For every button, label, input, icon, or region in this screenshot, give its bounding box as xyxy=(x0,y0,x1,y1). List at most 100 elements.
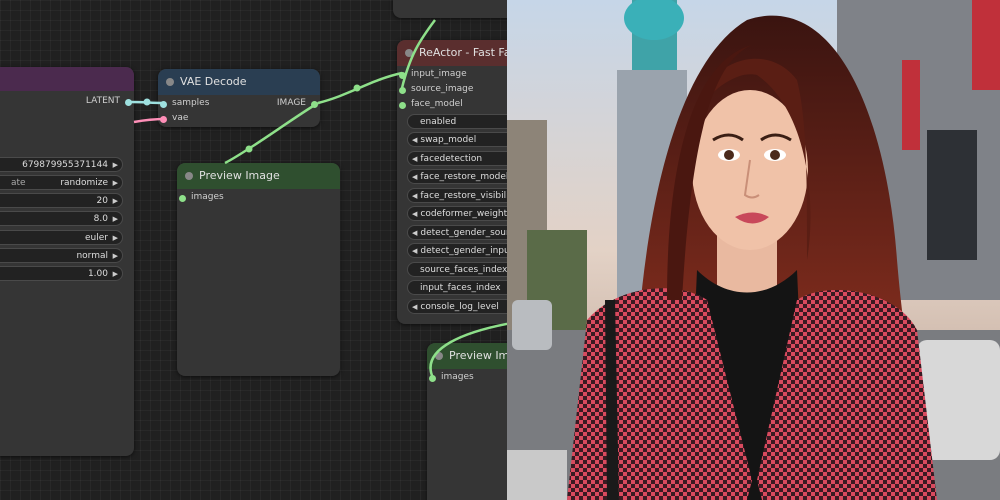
cfg-value: 8.0 xyxy=(93,214,108,224)
facedetection-label: facedetection xyxy=(420,154,483,164)
source-faces-index-label: source_faces_index xyxy=(420,265,507,275)
detect-gender-input-label: detect_gender_inpu xyxy=(420,246,507,256)
arrow-right-icon[interactable]: ▶ xyxy=(113,158,118,171)
preview-image-2-title: Preview Ima xyxy=(449,349,507,362)
arrow-left-icon[interactable]: ◀ xyxy=(412,247,417,255)
enabled-label: enabled xyxy=(420,117,457,127)
console-log-level-widget[interactable]: ◀ console_log_level xyxy=(407,299,507,314)
arrow-right-icon[interactable]: ▶ xyxy=(113,194,118,207)
latent-output-label: LATENT xyxy=(85,96,120,106)
vae-input[interactable]: vae xyxy=(158,113,188,123)
input-image-pin[interactable] xyxy=(399,72,406,79)
enabled-toggle[interactable]: enabled xyxy=(407,114,507,129)
arrow-left-icon[interactable]: ◀ xyxy=(412,136,417,144)
images-input-2[interactable]: images xyxy=(427,372,474,382)
swap-model-label: swap_model xyxy=(420,135,477,145)
swap-model-widget[interactable]: ◀ swap_model xyxy=(407,132,507,147)
node-collapse-dot-icon[interactable] xyxy=(405,49,413,57)
control-after-generate-label: ate xyxy=(11,178,26,188)
preview-image-header[interactable]: Preview Image xyxy=(177,163,340,189)
source-image-label: source_image xyxy=(411,84,474,94)
seed-value: 679879955371144 xyxy=(22,160,108,170)
scheduler-widget[interactable]: normal ▶ xyxy=(0,248,123,263)
sampler-name-widget[interactable]: euler ▶ xyxy=(0,230,123,245)
samples-input-pin[interactable] xyxy=(160,101,167,108)
control-after-generate-value: randomize xyxy=(60,178,108,188)
arrow-right-icon[interactable]: ▶ xyxy=(113,249,118,262)
scheduler-value: normal xyxy=(76,251,108,261)
codeformer-weight-widget[interactable]: ◀ codeformer_weight xyxy=(407,206,507,221)
face-model-pin[interactable] xyxy=(399,102,406,109)
images-input-label: images xyxy=(191,192,224,202)
facedetection-widget[interactable]: ◀ facedetection xyxy=(407,151,507,166)
codeformer-weight-label: codeformer_weight xyxy=(420,209,507,219)
node-collapse-dot-icon[interactable] xyxy=(185,172,193,180)
node-graph-canvas[interactable]: LATENT 679879955371144 ▶ ate randomize ▶… xyxy=(0,0,507,500)
arrow-right-icon[interactable]: ▶ xyxy=(113,267,118,280)
input-faces-index-widget[interactable]: input_faces_index xyxy=(407,280,507,295)
image-output[interactable]: IMAGE xyxy=(277,98,320,108)
face-restore-model-widget[interactable]: ◀ face_restore_model xyxy=(407,169,507,184)
image-output-label: IMAGE xyxy=(276,98,306,108)
image-output-pin[interactable] xyxy=(311,101,318,108)
arrow-right-icon[interactable]: ▶ xyxy=(113,176,118,189)
node-collapse-dot-icon[interactable] xyxy=(435,352,443,360)
portrait-photo xyxy=(507,0,1000,500)
steps-widget[interactable]: 20 ▶ xyxy=(0,193,123,208)
steps-value: 20 xyxy=(96,196,108,206)
vae-decode-header[interactable]: VAE Decode xyxy=(158,69,320,95)
denoise-value: 1.00 xyxy=(87,269,108,279)
reactor-header[interactable]: ReActor - Fast Fa xyxy=(397,40,507,66)
samples-input-label: samples xyxy=(172,98,210,108)
denoise-widget[interactable]: 1.00 ▶ xyxy=(0,266,123,281)
source-image-input[interactable]: source_image xyxy=(397,84,473,94)
detect-gender-source-label: detect_gender_sour xyxy=(420,228,507,238)
vae-input-label: vae xyxy=(172,113,189,123)
arrow-right-icon[interactable]: ▶ xyxy=(113,231,118,244)
output-image-preview xyxy=(507,0,1000,500)
input-image-label: input_image xyxy=(411,69,467,79)
control-after-generate-widget[interactable]: ate randomize ▶ xyxy=(0,175,123,190)
cfg-widget[interactable]: 8.0 ▶ xyxy=(0,211,123,226)
images-input-2-label: images xyxy=(441,372,474,382)
source-image-pin[interactable] xyxy=(399,87,406,94)
preview-image-node[interactable]: Preview Image images xyxy=(177,163,340,376)
face-model-input[interactable]: face_model xyxy=(397,99,463,109)
arrow-left-icon[interactable]: ◀ xyxy=(412,173,417,181)
latent-output[interactable]: LATENT xyxy=(86,96,134,106)
arrow-left-icon[interactable]: ◀ xyxy=(412,192,417,200)
console-log-level-label: console_log_level xyxy=(420,302,499,312)
face-restore-visibility-widget[interactable]: ◀ face_restore_visibili xyxy=(407,188,507,203)
input-faces-index-label: input_faces_index xyxy=(420,283,501,293)
input-image-input[interactable]: input_image xyxy=(397,69,467,79)
preview-image-title: Preview Image xyxy=(199,169,280,182)
seed-widget[interactable]: 679879955371144 ▶ xyxy=(0,157,123,172)
arrow-left-icon[interactable]: ◀ xyxy=(412,155,417,163)
ksampler-node[interactable]: LATENT 679879955371144 ▶ ate randomize ▶… xyxy=(0,67,134,456)
samples-input[interactable]: samples xyxy=(158,98,209,108)
arrow-right-icon[interactable]: ▶ xyxy=(113,212,118,225)
images-input-2-pin[interactable] xyxy=(429,375,436,382)
link-midpoint-icon xyxy=(245,145,253,153)
images-input-pin[interactable] xyxy=(179,195,186,202)
arrow-left-icon[interactable]: ◀ xyxy=(412,229,417,237)
arrow-left-icon[interactable]: ◀ xyxy=(412,303,417,311)
face-model-label: face_model xyxy=(411,99,463,109)
sampler-name-value: euler xyxy=(85,233,108,243)
upstream-node-partial[interactable] xyxy=(393,0,507,18)
preview-image-node-2[interactable]: Preview Ima images xyxy=(427,343,507,500)
reactor-node[interactable]: ReActor - Fast Fa input_image source_ima… xyxy=(397,40,507,324)
node-collapse-dot-icon[interactable] xyxy=(166,78,174,86)
images-input[interactable]: images xyxy=(177,192,224,202)
detect-gender-source-widget[interactable]: ◀ detect_gender_sour xyxy=(407,225,507,240)
face-restore-model-label: face_restore_model xyxy=(420,172,507,182)
source-faces-index-widget[interactable]: source_faces_index xyxy=(407,262,507,277)
latent-output-pin[interactable] xyxy=(125,99,132,106)
ksampler-node-header[interactable] xyxy=(0,67,134,91)
arrow-left-icon[interactable]: ◀ xyxy=(412,210,417,218)
vae-decode-node[interactable]: VAE Decode samples vae IMAGE xyxy=(158,69,320,127)
vae-input-pin[interactable] xyxy=(160,116,167,123)
face-restore-visibility-label: face_restore_visibili xyxy=(420,191,507,201)
detect-gender-input-widget[interactable]: ◀ detect_gender_inpu xyxy=(407,243,507,258)
preview-image-2-header[interactable]: Preview Ima xyxy=(427,343,507,369)
